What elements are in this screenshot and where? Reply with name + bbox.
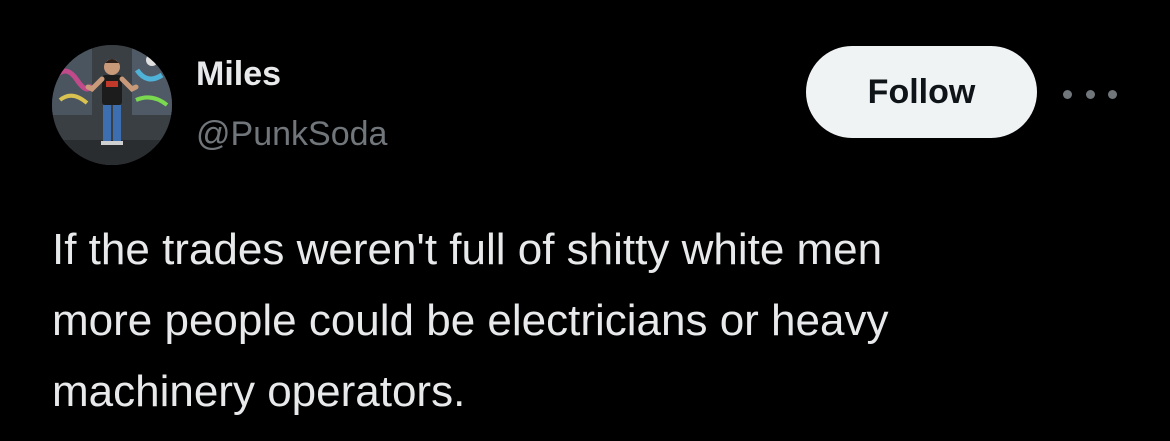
tweet-text-line: more people could be electricians or hea… [52, 296, 889, 345]
avatar[interactable] [52, 45, 172, 165]
avatar-image [52, 45, 172, 165]
more-dot [1108, 89, 1117, 99]
tweet-text: If the trades weren't full of shitty whi… [52, 214, 1132, 427]
more-dot [1085, 89, 1095, 99]
tweet-text-line: machinery operators. [52, 367, 466, 416]
author-display-name[interactable]: Miles [196, 52, 281, 96]
more-dot [1063, 89, 1072, 99]
follow-button[interactable]: Follow [806, 46, 1037, 138]
author-handle[interactable]: @PunkSoda [196, 112, 387, 156]
more-horizontal-icon[interactable] [1063, 84, 1117, 104]
tweet-text-line: If the trades weren't full of shitty whi… [52, 225, 883, 274]
tweet-card: Miles @PunkSoda Follow If the trades wer… [0, 0, 1170, 441]
